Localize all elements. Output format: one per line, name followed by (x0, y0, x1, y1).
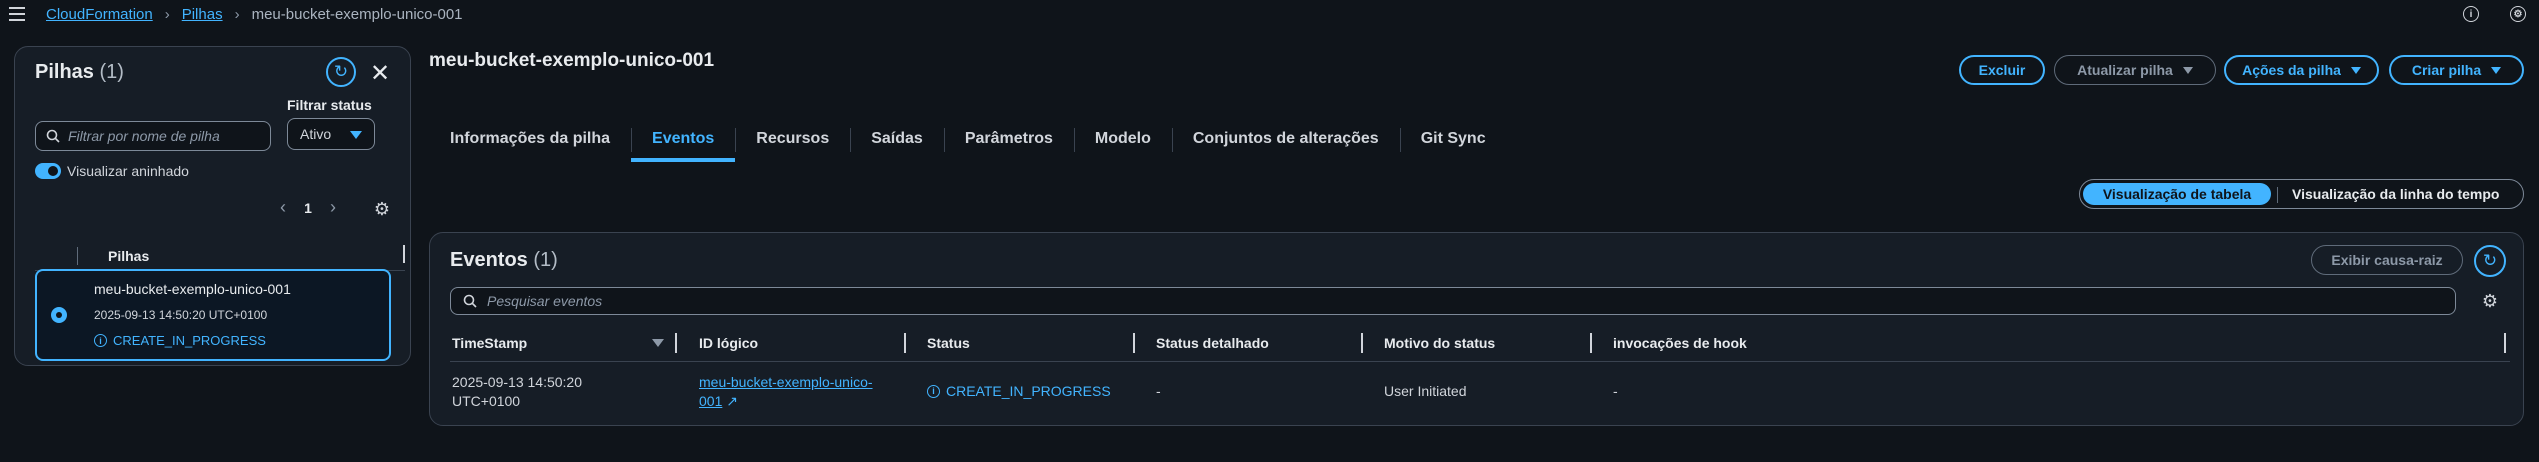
column-header-reason[interactable]: Motivo do status (1384, 335, 1495, 351)
filter-status-select[interactable]: Ativo (287, 118, 375, 150)
search-placeholder: Filtrar por nome de pilha (68, 128, 220, 144)
settings-icon[interactable]: ⚙ (2510, 6, 2526, 22)
event-detailed-status: - (1156, 383, 1161, 399)
refresh-icon[interactable]: ↻ (326, 57, 356, 87)
column-divider[interactable] (1590, 333, 1592, 353)
event-logical-id[interactable]: meu-bucket-exemplo-unico- 001 ↗ (699, 373, 873, 411)
stack-status: i CREATE_IN_PROGRESS (94, 333, 266, 348)
caret-down-icon (350, 131, 362, 139)
stack-name: meu-bucket-exemplo-unico-001 (94, 281, 291, 297)
column-header-logical-id[interactable]: ID lógico (699, 335, 758, 351)
header-divider (450, 361, 2510, 362)
delete-button[interactable]: Excluir (1959, 55, 2045, 85)
event-status-text: CREATE_IN_PROGRESS (946, 383, 1111, 399)
column-divider[interactable] (1361, 333, 1363, 353)
tab-change-sets[interactable]: Conjuntos de alterações (1171, 122, 1400, 162)
table-header: Pilhas (35, 241, 405, 271)
breadcrumb: CloudFormation › Pilhas › meu-bucket-exe… (46, 6, 463, 23)
sort-down-icon[interactable] (652, 339, 664, 347)
chevron-right-icon: › (164, 6, 170, 23)
nested-view-toggle[interactable] (35, 163, 61, 179)
update-stack-button[interactable]: Atualizar pilha (2054, 55, 2216, 85)
column-header-hooks[interactable]: invocações de hook (1613, 335, 1747, 351)
column-header-pilhas: Pilhas (108, 248, 150, 264)
column-resize-handle[interactable] (403, 245, 405, 263)
caret-down-icon (2182, 66, 2193, 74)
timestamp-line: 2025-09-13 14:50:20 (452, 374, 582, 390)
tab-resources[interactable]: Recursos (735, 122, 850, 162)
table-view-button[interactable]: Visualização de tabela (2083, 183, 2271, 205)
chevron-right-icon: › (234, 6, 240, 23)
chevron-left-icon[interactable]: ‹ (273, 197, 293, 218)
tab-template[interactable]: Modelo (1073, 122, 1172, 162)
filter-status-label: Filtrar status (287, 97, 372, 113)
breadcrumb-current: meu-bucket-exemplo-unico-001 (251, 6, 463, 23)
gear-icon[interactable]: ⚙ (373, 200, 391, 218)
create-stack-button[interactable]: Criar pilha (2389, 55, 2524, 85)
stack-filter-input[interactable]: Filtrar por nome de pilha (35, 121, 271, 151)
events-title: Eventos (1) (450, 249, 558, 271)
chevron-right-icon[interactable]: › (323, 197, 343, 218)
column-divider (77, 247, 78, 265)
caret-down-icon (2350, 66, 2361, 74)
timeline-view-button[interactable]: Visualização da linha do tempo (2292, 186, 2499, 202)
stack-actions-button[interactable]: Ações da pilha (2224, 55, 2379, 85)
tab-events[interactable]: Eventos (631, 122, 736, 162)
view-toggle: Visualização de tabela Visualização da l… (2079, 179, 2524, 209)
page-title: meu-bucket-exemplo-unico-001 (429, 50, 715, 71)
column-divider[interactable] (2504, 333, 2506, 353)
root-cause-button[interactable]: Exibir causa-raiz (2311, 245, 2463, 275)
filter-status-value: Ativo (300, 126, 332, 142)
event-timestamp: 2025-09-13 14:50:20 UTC+0100 (452, 373, 582, 411)
nested-view-label: Visualizar aninhado (67, 163, 189, 179)
info-icon: i (94, 334, 107, 347)
stack-radio[interactable] (51, 307, 67, 323)
events-panel: Eventos (1) Exibir causa-raiz ↻ Pesquisa… (429, 232, 2524, 426)
column-divider[interactable] (675, 333, 677, 353)
breadcrumb-cloudformation[interactable]: CloudFormation (46, 6, 153, 23)
event-hooks: - (1613, 383, 1618, 399)
column-divider[interactable] (1133, 333, 1135, 353)
tab-stack-info[interactable]: Informações da pilha (429, 122, 631, 162)
info-icon[interactable]: i (2463, 6, 2479, 22)
column-divider[interactable] (904, 333, 906, 353)
page-number[interactable]: 1 (293, 200, 323, 216)
logical-id-link-end[interactable]: 001 (699, 393, 722, 409)
pagination: ‹ 1 › (273, 197, 343, 218)
segment-divider (2277, 187, 2278, 203)
caret-down-icon (2491, 66, 2502, 74)
event-reason: User Initiated (1384, 383, 1467, 399)
event-status: i CREATE_IN_PROGRESS (927, 383, 1111, 399)
close-icon[interactable]: ✕ (370, 59, 390, 88)
stack-time: 2025-09-13 14:50:20 UTC+0100 (94, 308, 268, 322)
breadcrumb-pilhas[interactable]: Pilhas (182, 6, 223, 23)
logical-id-link[interactable]: meu-bucket-exemplo-unico- (699, 373, 873, 392)
external-link-icon[interactable]: ↗ (726, 393, 738, 409)
stacks-panel: Pilhas (1) ↻ ✕ Filtrar por nome de pilha… (14, 46, 411, 366)
column-header-detailed-status[interactable]: Status detalhado (1156, 335, 1269, 351)
tab-outputs[interactable]: Saídas (850, 122, 944, 162)
search-icon (46, 129, 60, 143)
gear-icon[interactable]: ⚙ (2481, 292, 2499, 310)
search-placeholder: Pesquisar eventos (487, 293, 603, 309)
refresh-icon[interactable]: ↻ (2474, 245, 2506, 277)
stack-row[interactable]: meu-bucket-exemplo-unico-001 2025-09-13 … (35, 269, 391, 361)
column-header-timestamp[interactable]: TimeStamp (452, 335, 527, 351)
menu-icon[interactable] (9, 7, 25, 21)
events-search-input[interactable]: Pesquisar eventos (450, 287, 2456, 315)
tab-git-sync[interactable]: Git Sync (1399, 122, 1507, 162)
search-icon (463, 294, 477, 308)
stack-status-text: CREATE_IN_PROGRESS (113, 333, 266, 348)
timestamp-zone: UTC+0100 (452, 393, 521, 409)
panel-title: Pilhas (1) (35, 61, 124, 83)
top-bar: CloudFormation › Pilhas › meu-bucket-exe… (0, 0, 2539, 30)
info-icon: i (927, 384, 940, 398)
tab-parameters[interactable]: Parâmetros (943, 122, 1074, 162)
column-header-status[interactable]: Status (927, 335, 970, 351)
tab-bar: Informações da pilha Eventos Recursos Sa… (429, 122, 1507, 162)
